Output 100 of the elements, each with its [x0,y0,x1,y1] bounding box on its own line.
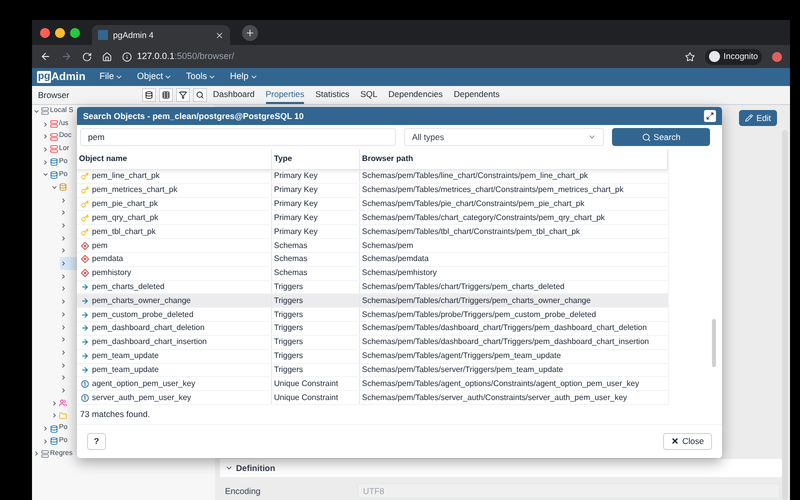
search-tool-button[interactable] [193,88,207,102]
result-row[interactable]: pem_team_update Triggers Schemas/pem/Tables/agent/Triggers/pem_team_update [77,350,668,364]
address-field[interactable]: 127.0.0.1:5050/browser/ [122,48,674,65]
result-row[interactable]: pem_qry_chart_pk Primary Key Schemas/pem/Tables/chart_category/Constraints/pem_qry_chart_pk [77,211,668,226]
home-icon[interactable] [102,52,112,62]
table-tool-button[interactable] [159,88,173,102]
close-icon [671,437,680,446]
chevron-right-icon[interactable] [60,209,67,216]
chevron-right-icon[interactable] [60,374,67,382]
reload-icon[interactable] [82,52,92,62]
info-icon[interactable] [122,52,132,62]
chevron-right-icon[interactable] [42,158,49,166]
result-row[interactable]: pem_dashboard_chart_insertion Triggers Schemas/pem/Tables/dashboard_chart/Triggers/pem_dashboard_chart_insertion [77,336,668,350]
close-button[interactable]: Close [663,432,712,450]
pgadmin-logo: pgAdmin [37,70,86,85]
table-cell-text: Schemas/pem [361,240,414,252]
database-tool-button[interactable] [142,88,156,102]
chevron-right-icon[interactable] [42,133,49,140]
result-row[interactable]: pemhistory Schemas Schemas/pemhistory [77,266,668,281]
tab[interactable]: Statistics [315,86,350,104]
table-cell: Primary Key [272,211,360,224]
table-cell: Primary Key [272,170,360,183]
result-row[interactable]: pem_metrices_chart_pk Primary Key Schemas/pem/Tables/metrices_chart/Constraints/pem_metrices_chart_pk [77,184,668,198]
forward-icon[interactable] [61,51,72,62]
chevron-down-icon[interactable] [33,108,40,115]
caret-icon [250,73,258,81]
table-cell: pem_charts_owner_change [92,294,191,307]
chevron-right-icon[interactable] [60,247,67,254]
browser-tab[interactable]: pgAdmin 4 [92,25,230,45]
chevron-right-icon[interactable] [60,386,67,394]
table-cell: Primary Key [272,184,360,197]
tab[interactable]: SQL [360,86,378,104]
chevron-right-icon[interactable] [60,324,67,331]
tab[interactable]: Dependents [454,86,500,104]
result-row[interactable]: server_auth_pem_user_key Unique Constraint Schemas/pem/Tables/server_auth/Constraints/server_auth_pem_user_key [77,391,668,406]
key-icon [81,214,89,222]
chevron-right-icon[interactable] [42,425,49,432]
pencil-icon [745,114,754,122]
result-row[interactable]: pem_charts_owner_change Triggers Schemas/pem/Tables/chart/Triggers/pem_charts_owner_change [77,294,668,308]
type-select[interactable]: All types [404,128,604,146]
chevron-right-icon[interactable] [60,285,67,292]
search-button[interactable]: Search [612,128,710,146]
edit-button[interactable]: Edit [739,110,777,126]
column-header[interactable]: Object name [77,149,272,169]
maximize-button[interactable] [704,110,716,122]
back-icon[interactable] [40,51,51,62]
table-cell: Triggers [272,364,360,376]
table-cell: Triggers [272,294,360,308]
chevron-right-icon[interactable] [60,348,67,356]
chevron-right-icon[interactable] [60,362,67,369]
menu-item[interactable]: Help [230,70,258,84]
chevron-down-icon[interactable] [51,184,58,191]
chevron-right-icon[interactable] [60,310,67,318]
incognito-icon [708,51,720,62]
new-tab-button[interactable] [242,24,258,40]
result-row[interactable]: pem_tbl_chart_pk Primary Key Schemas/pem/Tables/tbl_chart/Constraints/pem_tbl_chart_pk [77,225,668,240]
chevron-right-icon[interactable] [42,120,49,128]
menu-item[interactable]: Tools [186,70,216,84]
menu-item[interactable]: Object [136,70,172,84]
chevron-right-icon[interactable] [60,260,67,268]
result-row[interactable]: pemdata Schemas Schemas/pemdata [77,252,668,267]
result-row[interactable]: pem_custom_probe_deleted Triggers Schemas/pem/Tables/probe/Triggers/pem_custom_probe_deleted [77,308,668,322]
chevron-right-icon[interactable] [33,450,40,458]
plus-icon [245,28,255,38]
chevron-right-icon[interactable] [42,146,49,153]
result-row[interactable]: pem_pie_chart_pk Primary Key Schemas/pem/Tables/pie_chart/Constraints/pem_pie_chart_pk [77,198,668,212]
bookmark-star-icon[interactable] [684,52,694,62]
chevron-right-icon[interactable] [60,336,67,344]
scrollbar-thumb[interactable] [712,319,716,367]
chevron-right-icon[interactable] [60,272,67,280]
table-cell-text: Schemas/pem/Tables/metrices_chart/Constraints/pem_metrices_chart_pk [361,184,624,196]
table-cell: agent_option_pem_user_key [92,378,196,390]
chevron-right-icon[interactable] [51,400,58,407]
chevron-right-icon[interactable] [51,412,58,420]
close-icon[interactable] [215,30,224,40]
chevron-right-icon[interactable] [60,222,67,230]
result-row[interactable]: pem_line_chart_pk Primary Key Schemas/pem/Tables/line_chart/Constraints/pem_line_chart_pk [77,170,668,184]
chevron-right-icon[interactable] [42,438,49,445]
section-header[interactable]: Definition [220,459,785,477]
chevron-right-icon[interactable] [60,298,67,306]
tab[interactable]: Dependencies [388,86,443,104]
table-cell-text: Schemas/pem/Tables/tbl_chart/Constraints/pem_tbl_chart_pk [361,226,581,238]
column-header[interactable]: Browser path [360,149,668,169]
table-cell: pem [92,240,108,252]
chevron-right-icon[interactable] [60,234,67,242]
tab[interactable]: Dashboard [213,86,255,104]
arrow-icon [81,310,89,319]
result-row[interactable]: pem_team_update Triggers Schemas/pem/Tables/server/Triggers/pem_team_update [77,364,668,378]
result-row[interactable]: agent_option_pem_user_key Unique Constraint Schemas/pem/Tables/agent_options/Constraints/agent_option_pem_user_key [77,377,668,392]
help-button[interactable]: ? [87,432,106,450]
chevron-down-icon[interactable] [42,171,49,178]
result-row[interactable]: pem_dashboard_chart_deletion Triggers Schemas/pem/Tables/dashboard_chart/Triggers/pem_dashboard_chart_deletion [77,322,668,336]
search-field[interactable]: pem [80,128,396,146]
result-row[interactable]: pem Schemas Schemas/pem [77,239,668,253]
extension-icon[interactable] [772,52,782,62]
filter-tool-button[interactable] [176,88,190,102]
column-header[interactable]: Type [272,149,360,169]
incognito-chip[interactable]: Incognito [704,48,762,64]
chevron-right-icon[interactable] [60,196,67,204]
menu-item[interactable]: File [99,70,123,84]
